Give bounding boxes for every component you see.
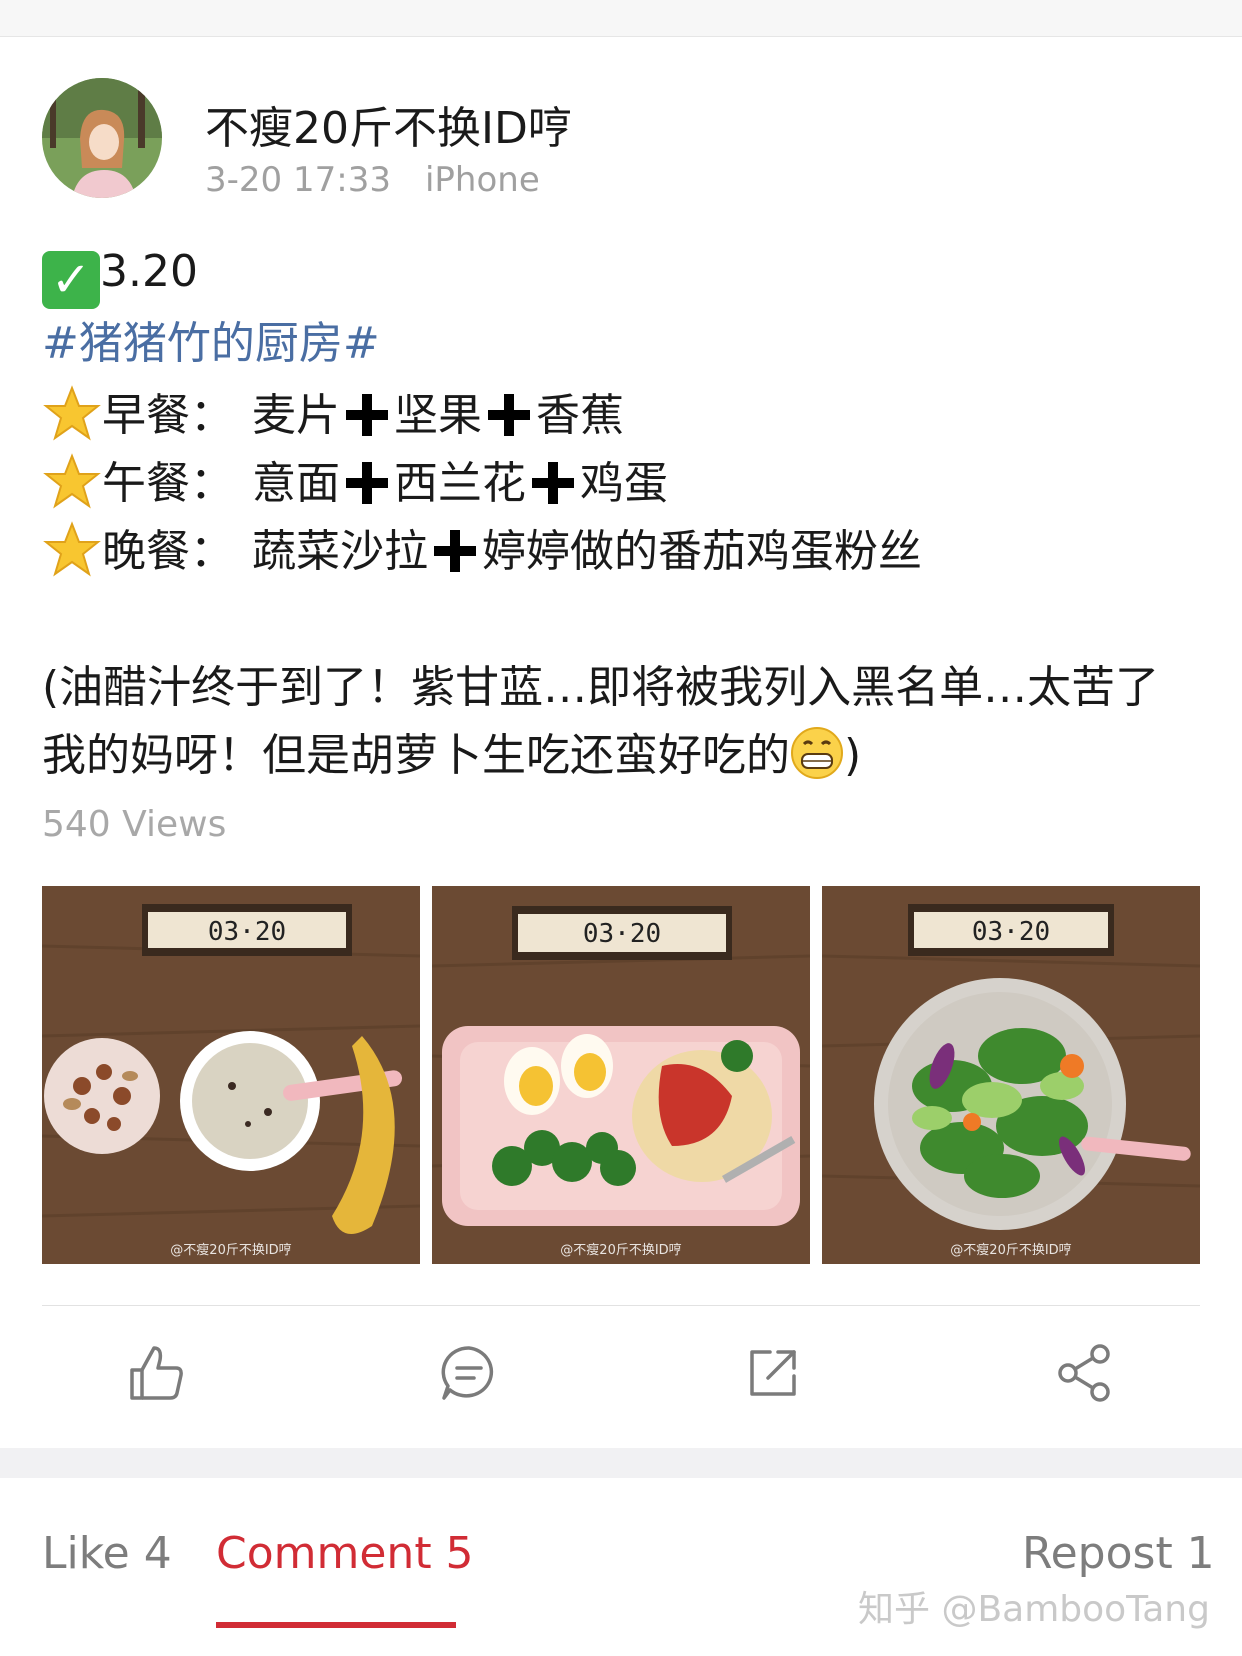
repost-button[interactable] bbox=[740, 1340, 806, 1406]
date-text: 3.20 bbox=[100, 246, 198, 297]
dinner-item: 婷婷做的番茄鸡蛋粉丝 bbox=[482, 526, 922, 577]
thumbs-up-icon bbox=[130, 1346, 183, 1400]
check-mark-icon: ✓ bbox=[42, 251, 100, 309]
avatar[interactable] bbox=[42, 78, 162, 198]
lunch-label: 午餐： bbox=[102, 458, 234, 509]
svg-text:03·20: 03·20 bbox=[583, 919, 661, 949]
comment-button[interactable] bbox=[436, 1340, 502, 1406]
like-button[interactable] bbox=[124, 1340, 190, 1406]
plus-icon bbox=[532, 462, 574, 504]
lunch-item: 意面 bbox=[252, 458, 340, 509]
svg-text:03·20: 03·20 bbox=[972, 917, 1050, 947]
dinner-line: 晚餐： 蔬菜沙拉 婷婷做的番茄鸡蛋粉丝 bbox=[42, 520, 922, 580]
breakfast-item: 香蕉 bbox=[536, 390, 624, 441]
tab-comment[interactable]: Comment 5 bbox=[216, 1528, 474, 1579]
post-meta: 3-20 17:33 iPhone bbox=[205, 160, 540, 200]
username[interactable]: 不瘦20斤不换ID哼 bbox=[205, 92, 572, 156]
post-source: iPhone bbox=[424, 160, 540, 200]
date-line: ✓ 3.20 bbox=[42, 244, 198, 309]
dinner-label: 晚餐： bbox=[102, 526, 234, 577]
tab-like[interactable]: Like 4 bbox=[42, 1528, 172, 1579]
view-count: 540 Views bbox=[42, 804, 227, 845]
plus-icon bbox=[346, 462, 388, 504]
plus-icon bbox=[488, 394, 530, 436]
lunch-photo[interactable]: 03·20 @不瘦20斤不换ID哼 bbox=[432, 886, 810, 1264]
repost-icon bbox=[750, 1350, 796, 1396]
dinner-photo[interactable]: 03·20 @不瘦20斤不换ID哼 bbox=[822, 886, 1200, 1264]
tab-repost[interactable]: Repost 1 bbox=[1022, 1528, 1215, 1579]
lunch-item: 鸡蛋 bbox=[580, 458, 668, 509]
breakfast-item: 坚果 bbox=[394, 390, 482, 441]
svg-text:03·20: 03·20 bbox=[208, 917, 286, 947]
active-tab-indicator bbox=[216, 1622, 456, 1628]
breakfast-item: 麦片 bbox=[252, 390, 340, 441]
note-text-end: ) bbox=[844, 730, 862, 781]
plus-icon bbox=[346, 394, 388, 436]
breakfast-label: 早餐： bbox=[102, 390, 234, 441]
share-button[interactable] bbox=[1052, 1340, 1118, 1406]
divider bbox=[42, 1305, 1200, 1306]
note-text: (油醋汁终于到了！紫甘蓝…即将被我列入黑名单…太苦了我的妈呀！但是胡萝卜生吃还蛮… bbox=[42, 662, 1160, 781]
topic-link[interactable]: #猪猪竹的厨房# bbox=[42, 316, 380, 372]
status-bar bbox=[0, 0, 1242, 37]
post-time: 3-20 17:33 bbox=[205, 160, 391, 200]
plus-icon bbox=[434, 530, 476, 572]
source-watermark: 知乎 @BambooTang bbox=[858, 1589, 1210, 1630]
photo-watermark: @不瘦20斤不换ID哼 bbox=[950, 1243, 1072, 1258]
star-icon bbox=[43, 385, 101, 441]
breakfast-line: 早餐： 麦片 坚果 香蕉 bbox=[42, 384, 624, 444]
section-gap bbox=[0, 1448, 1242, 1478]
comment-icon bbox=[441, 1346, 494, 1400]
share-icon bbox=[1058, 1344, 1110, 1402]
dinner-item: 蔬菜沙拉 bbox=[252, 526, 428, 577]
star-icon bbox=[43, 453, 101, 509]
star-icon bbox=[43, 521, 101, 577]
lunch-line: 午餐： 意面 西兰花 鸡蛋 bbox=[42, 452, 668, 512]
lunch-item: 西兰花 bbox=[394, 458, 526, 509]
post-note: (油醋汁终于到了！紫甘蓝…即将被我列入黑名单…太苦了我的妈呀！但是胡萝卜生吃还蛮… bbox=[42, 654, 1202, 790]
breakfast-photo[interactable]: 03·20 @不瘦20斤不换ID哼 bbox=[42, 886, 420, 1264]
photo-watermark: @不瘦20斤不换ID哼 bbox=[170, 1243, 292, 1258]
grin-emoji-icon bbox=[791, 727, 843, 779]
photo-watermark: @不瘦20斤不换ID哼 bbox=[560, 1243, 682, 1258]
